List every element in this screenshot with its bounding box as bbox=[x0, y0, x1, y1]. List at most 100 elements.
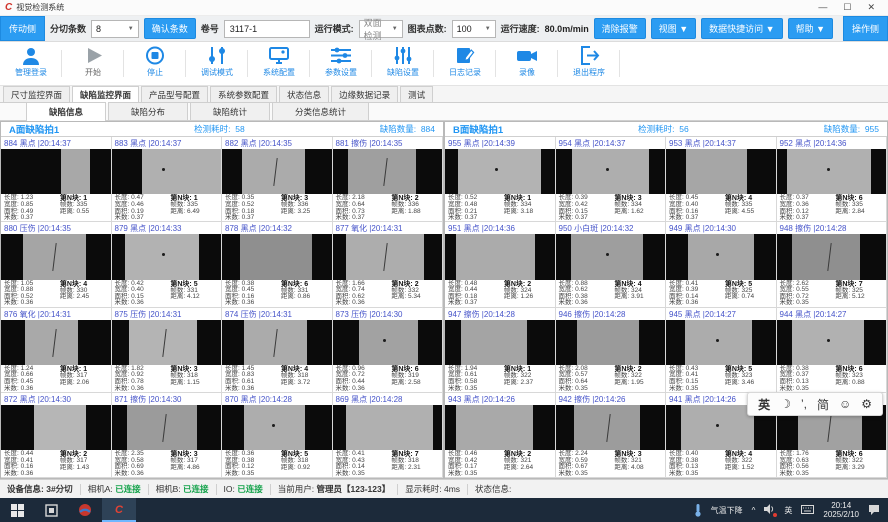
data-quick-access-button[interactable]: 数据快捷访问 ▼ bbox=[701, 18, 782, 39]
task-view-button[interactable] bbox=[34, 498, 68, 522]
defect-cell[interactable]: 877 氧化 |20:14:31 长度: 1.66宽度: 0.74面积: 0.6… bbox=[333, 222, 444, 307]
tab-system-param-config[interactable]: 系统参数配置 bbox=[210, 86, 277, 102]
tab-test[interactable]: 测试 bbox=[400, 86, 433, 102]
volume-icon[interactable] bbox=[764, 504, 775, 516]
subtab-defect-info[interactable]: 缺陷信息 bbox=[26, 102, 106, 121]
subtab-defect-distribution[interactable]: 缺陷分布 bbox=[108, 102, 188, 120]
touch-keyboard-icon[interactable] bbox=[801, 505, 814, 516]
defect-image-band bbox=[685, 320, 753, 365]
defect-cell[interactable]: 945 黑点 |20:14:27 长度: 0.43宽度: 0.41面积: 0.1… bbox=[666, 308, 777, 393]
hidden-icons-chevron[interactable]: ^ bbox=[752, 506, 756, 515]
ime-toolbar[interactable]: 英 ☽ ’, 简 ☺ ⚙ bbox=[747, 392, 883, 416]
defect-cell[interactable]: 882 黑点 |20:14:35 长度: 0.35宽度: 0.52面积: 0.1… bbox=[222, 137, 333, 222]
defect-cell-info: 长度: 1.24宽度: 0.66面积: 0.45米数: 0.36 第N块: 1帧… bbox=[1, 365, 111, 392]
maximize-button[interactable]: ☐ bbox=[843, 2, 851, 13]
confirm-count-button[interactable]: 确认条数 bbox=[144, 18, 196, 39]
defect-cell[interactable]: 883 黑点 |20:14:37 长度: 0.47宽度: 0.46面积: 0.1… bbox=[112, 137, 223, 222]
defect-cell[interactable]: 946 擦伤 |20:14:28 长度: 2.08宽度: 0.57面积: 0.6… bbox=[556, 308, 667, 393]
subtab-defect-stats[interactable]: 缺陷统计 bbox=[190, 102, 270, 120]
admin-login-button[interactable]: 管理登录 bbox=[0, 42, 62, 85]
defect-mark bbox=[383, 339, 386, 342]
run-mode-select[interactable]: 双面检测▼ bbox=[359, 20, 403, 38]
defect-cell[interactable]: 875 压伤 |20:14:31 长度: 1.82宽度: 0.92面积: 0.7… bbox=[112, 308, 223, 393]
taskbar-app-remote[interactable] bbox=[68, 498, 102, 522]
emoji-icon[interactable]: ☺ bbox=[839, 397, 851, 411]
defect-cell[interactable]: 879 黑点 |20:14:33 长度: 0.42宽度: 0.40面积: 0.1… bbox=[112, 222, 223, 307]
moon-icon[interactable]: ☽ bbox=[780, 397, 791, 411]
tab-defect-monitor[interactable]: 缺陷监控界面 bbox=[72, 86, 139, 103]
start-menu-button[interactable] bbox=[0, 498, 34, 522]
defect-image bbox=[333, 149, 443, 194]
chart-points-select[interactable]: 100▼ bbox=[452, 20, 496, 38]
defect-cell[interactable]: 884 黑点 |20:14:37 长度: 1.23宽度: 0.85面积: 0.4… bbox=[1, 137, 112, 222]
defect-cell[interactable]: 955 黑点 |20:14:39 长度: 0.52宽度: 0.48面积: 0.2… bbox=[445, 137, 556, 222]
notification-center-icon[interactable] bbox=[868, 504, 880, 517]
tab-size-monitor[interactable]: 尺寸监控界面 bbox=[3, 86, 70, 102]
defect-cell-header: 881 擦伤 |20:14:35 bbox=[333, 137, 443, 149]
ime-english-mode[interactable]: 英 bbox=[758, 396, 770, 413]
defect-cell[interactable]: 873 压伤 |20:14:30 长度: 0.96宽度: 0.72面积: 0.4… bbox=[333, 308, 444, 393]
thermometer-icon[interactable] bbox=[694, 503, 702, 517]
punctuation-mode-icon[interactable]: ’, bbox=[801, 397, 807, 411]
defect-settings-button[interactable]: 缺陷设置 bbox=[372, 42, 434, 85]
ime-simplified-mode[interactable]: 简 bbox=[817, 396, 829, 413]
defect-cell[interactable]: 951 黑点 |20:14:36 长度: 0.48宽度: 0.44面积: 0.1… bbox=[445, 222, 556, 307]
tab-edge-data-record[interactable]: 边缘数据记录 bbox=[331, 86, 398, 102]
defect-measurements: 长度: 1.66宽度: 0.74面积: 0.62米数: 0.36 bbox=[336, 281, 392, 307]
stop-button[interactable]: 停止 bbox=[124, 42, 186, 85]
tab-product-model-config[interactable]: 产品型号配置 bbox=[141, 86, 208, 102]
defect-cell[interactable]: 874 压伤 |20:14:31 长度: 1.45宽度: 0.83面积: 0.6… bbox=[222, 308, 333, 393]
defect-cell[interactable]: 950 小白斑 |20:14:32 长度: 0.88宽度: 0.62面积: 0.… bbox=[556, 222, 667, 307]
clear-alarm-button[interactable]: 清除报警 bbox=[594, 18, 646, 39]
defect-cell[interactable]: 878 黑点 |20:14:32 长度: 0.38宽度: 0.45面积: 0.1… bbox=[222, 222, 333, 307]
defect-cell[interactable]: 871 擦伤 |20:14:30 长度: 2.35宽度: 0.58面积: 0.6… bbox=[112, 393, 223, 478]
roll-number-input[interactable]: 3117-1 bbox=[224, 20, 310, 38]
operate-side-button[interactable]: 操作侧 bbox=[843, 16, 888, 41]
defect-cell[interactable]: 953 黑点 |20:14:37 长度: 0.45宽度: 0.40面积: 0.1… bbox=[666, 137, 777, 222]
param-settings-button[interactable]: 参数设置 bbox=[310, 42, 372, 85]
slit-count-select[interactable]: 8▼ bbox=[91, 20, 139, 38]
tab-status-info[interactable]: 状态信息 bbox=[279, 86, 329, 102]
view-menu-button[interactable]: 视图 ▼ bbox=[651, 18, 696, 39]
debug-mode-button[interactable]: 调试模式 bbox=[186, 42, 248, 85]
help-menu-button[interactable]: 帮助 ▼ bbox=[788, 18, 833, 39]
defect-cell[interactable]: 952 黑点 |20:14:36 长度: 0.37宽度: 0.36面积: 0.1… bbox=[777, 137, 888, 222]
defect-cell[interactable]: 947 擦伤 |20:14:28 长度: 1.94宽度: 0.61面积: 0.5… bbox=[445, 308, 556, 393]
defect-position-info: 第N块: 7帧数: 325距离: 5.12 bbox=[835, 281, 883, 307]
subtab-class-info-stats[interactable]: 分类信息统计 bbox=[272, 102, 369, 120]
defect-image-band bbox=[456, 405, 533, 450]
defect-cell[interactable]: 876 氧化 |20:14:31 长度: 1.24宽度: 0.66面积: 0.4… bbox=[1, 308, 112, 393]
taskbar-clock[interactable]: 20:14 2025/2/10 bbox=[823, 501, 859, 519]
defect-image-band bbox=[25, 320, 78, 365]
minimize-button[interactable]: — bbox=[818, 2, 827, 13]
start-button[interactable]: 开始 bbox=[62, 42, 124, 85]
exit-program-button[interactable]: 退出程序 bbox=[558, 42, 620, 85]
defect-cell[interactable]: 942 擦伤 |20:14:26 长度: 2.24宽度: 0.59面积: 0.6… bbox=[556, 393, 667, 478]
defect-cell[interactable]: 872 黑点 |20:14:30 长度: 0.44宽度: 0.41面积: 0.1… bbox=[1, 393, 112, 478]
defect-cell[interactable]: 881 擦伤 |20:14:35 长度: 2.18宽度: 0.64面积: 0.7… bbox=[333, 137, 444, 222]
defect-image bbox=[222, 234, 332, 279]
defect-cell[interactable]: 943 黑点 |20:14:26 长度: 0.46宽度: 0.42面积: 0.1… bbox=[445, 393, 556, 478]
ime-settings-gear-icon[interactable]: ⚙ bbox=[861, 397, 872, 411]
defect-image-band bbox=[348, 149, 416, 194]
defect-measurements: 长度: 1.24宽度: 0.66面积: 0.45米数: 0.36 bbox=[4, 366, 60, 392]
defect-cell[interactable]: 870 黑点 |20:14:28 长度: 0.36宽度: 0.38面积: 0.1… bbox=[222, 393, 333, 478]
drive-side-button[interactable]: 传动侧 bbox=[0, 16, 45, 41]
defect-cell[interactable]: 880 压伤 |20:14:35 长度: 1.05宽度: 0.88面积: 0.5… bbox=[1, 222, 112, 307]
ime-language-indicator[interactable]: 英 bbox=[784, 505, 792, 516]
defect-cell[interactable]: 954 黑点 |20:14:37 长度: 0.39宽度: 0.42面积: 0.1… bbox=[556, 137, 667, 222]
log-record-button[interactable]: 日志记录 bbox=[434, 42, 496, 85]
defect-cell[interactable]: 944 黑点 |20:14:27 长度: 0.38宽度: 0.37面积: 0.1… bbox=[777, 308, 888, 393]
panel-grid: 955 黑点 |20:14:39 长度: 0.52宽度: 0.48面积: 0.2… bbox=[445, 137, 887, 478]
defect-cell-info: 长度: 1.23宽度: 0.85面积: 0.49米数: 0.37 第N块: 1帧… bbox=[1, 194, 111, 221]
defect-image bbox=[666, 234, 776, 279]
taskbar-app-vision-system[interactable]: C bbox=[102, 498, 136, 522]
defect-cell[interactable]: 869 黑点 |20:14:28 长度: 0.41宽度: 0.43面积: 0.1… bbox=[333, 393, 444, 478]
defect-cell[interactable]: 949 黑点 |20:14:30 长度: 0.41宽度: 0.39面积: 0.1… bbox=[666, 222, 777, 307]
defect-cell[interactable]: 948 擦伤 |20:14:28 长度: 2.62宽度: 0.55面积: 0.7… bbox=[777, 222, 888, 307]
system-config-button[interactable]: 系统配置 bbox=[248, 42, 310, 85]
run-speed-label: 运行速度: bbox=[501, 22, 540, 35]
weather-text[interactable]: 气温下降 bbox=[711, 505, 743, 516]
record-video-button[interactable]: 录像 bbox=[496, 42, 558, 85]
close-button[interactable]: ✕ bbox=[867, 2, 875, 13]
